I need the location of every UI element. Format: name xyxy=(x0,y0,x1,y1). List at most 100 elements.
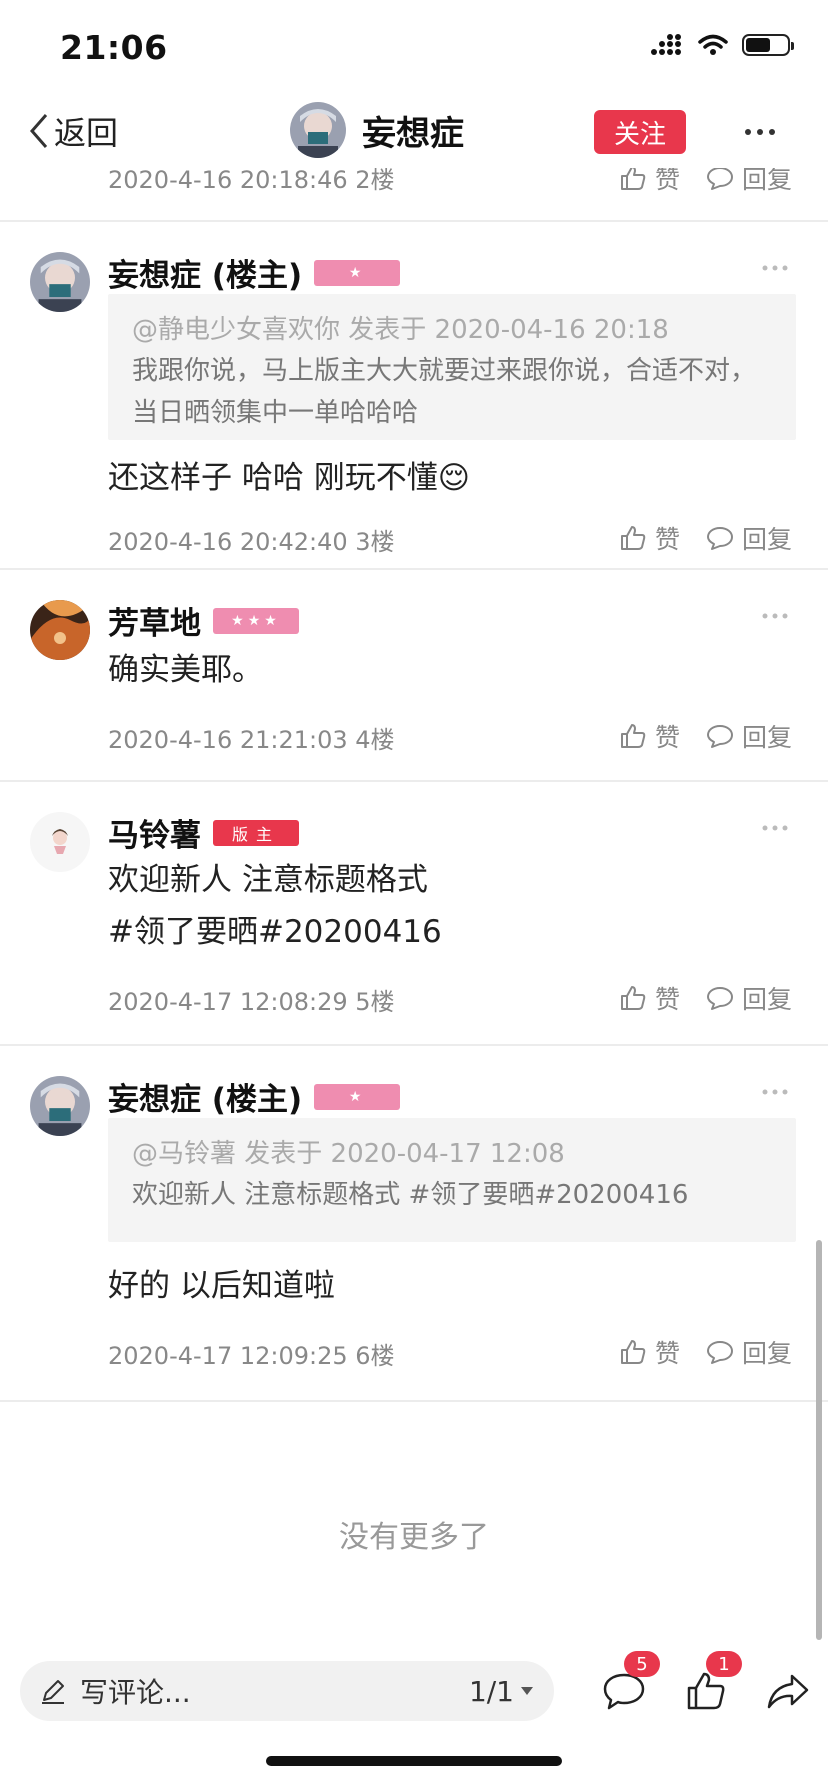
more-icon xyxy=(762,613,788,619)
avatar[interactable] xyxy=(30,812,90,872)
comment-more-button[interactable] xyxy=(762,1080,788,1099)
comment-item: 妄想症 (楼主) ★ @马铃薯 发表于 2020-04-17 12:08 欢迎新… xyxy=(0,1046,828,1402)
comment-text: 好的 以后知道啦 xyxy=(108,1268,335,1304)
like-label: 赞 xyxy=(654,525,680,554)
more-icon xyxy=(745,129,775,135)
user-name[interactable]: 妄想症 (楼主) xyxy=(108,250,302,295)
scrollbar[interactable] xyxy=(816,1240,822,1640)
comment-actions: 赞 回复 xyxy=(619,718,792,754)
back-label: 返回 xyxy=(54,114,119,152)
more-icon xyxy=(762,1089,788,1095)
like-button[interactable]: 赞 xyxy=(619,520,680,556)
status-time: 21:06 xyxy=(60,28,168,67)
comment-meta: 2020-4-17 12:08:29 5楼 xyxy=(108,988,395,1016)
wifi-icon xyxy=(698,34,728,55)
comment-item: 马铃薯 版主 欢迎新人 注意标题格式 #领了要晒#20200416 2020-4… xyxy=(0,782,828,1046)
nav-user[interactable]: 妄想症 xyxy=(290,102,464,158)
avatar[interactable] xyxy=(290,102,346,158)
comment-actions: 赞 回复 xyxy=(619,520,792,556)
avatar[interactable] xyxy=(30,252,90,312)
comment-actions: 赞 回复 xyxy=(619,980,792,1016)
share-icon xyxy=(767,1674,809,1709)
quote-header: @马铃薯 发表于 2020-04-17 12:08 xyxy=(132,1139,565,1169)
more-icon xyxy=(762,825,788,831)
comment-more-button[interactable] xyxy=(762,604,788,623)
user-name[interactable]: 妄想症 (楼主) xyxy=(108,1074,302,1119)
comment-text: 欢迎新人 注意标题格式 #领了要晒#20200416 xyxy=(108,854,788,958)
signal-icon xyxy=(651,34,681,55)
reply-button[interactable]: 回复 xyxy=(706,718,792,754)
status-icons xyxy=(650,34,794,56)
comment-text: 确实美耶。 xyxy=(108,652,263,688)
back-button[interactable]: 返回 xyxy=(28,108,118,154)
like-label: 赞 xyxy=(654,985,680,1014)
status-bar: 21:06 xyxy=(0,0,828,96)
comment-icon xyxy=(706,167,733,190)
avatar[interactable] xyxy=(30,600,90,660)
comments-button[interactable]: 5 xyxy=(596,1651,660,1719)
like-count-badge: 1 xyxy=(706,1651,742,1677)
comment-item: 芳草地 ★★★ 确实美耶。 2020-4-16 21:21:03 4楼 赞 回复 xyxy=(0,570,828,782)
reply-label: 回复 xyxy=(741,723,792,752)
comment-header: 妄想症 (楼主) ★ xyxy=(108,250,401,295)
comment-input[interactable]: 写评论... 1/1 xyxy=(20,1661,554,1721)
comment-actions: 赞 回复 xyxy=(619,1334,792,1370)
quote-body: 我跟你说，马上版主大大就要过来跟你说，合适不对，当日晒领集中一单哈哈哈 xyxy=(132,356,757,428)
page-number: 1/1 xyxy=(468,1674,514,1708)
reply-button[interactable]: 回复 xyxy=(706,1334,792,1370)
user-name[interactable]: 马铃薯 xyxy=(108,810,201,855)
end-of-list-text: 没有更多了 xyxy=(339,1520,489,1555)
quote-header: @静电少女喜欢你 发表于 2020-04-16 20:18 xyxy=(132,315,669,345)
like-button[interactable]: 赞 xyxy=(619,980,680,1016)
user-name[interactable]: 芳草地 xyxy=(108,598,201,643)
quoted-comment: @静电少女喜欢你 发表于 2020-04-16 20:18 我跟你说，马上版主大… xyxy=(108,294,796,440)
comment-feed: 2020-4-16 20:18:46 2楼 赞 回复 妄想症 (楼主) ★ @静… xyxy=(0,150,828,1402)
comment-more-button[interactable] xyxy=(762,256,788,275)
comment-icon xyxy=(706,987,733,1010)
level-badge: ★ xyxy=(314,1083,401,1110)
like-button[interactable]: 赞 xyxy=(619,1334,680,1370)
reply-label: 回复 xyxy=(741,985,792,1014)
comment-more-button[interactable] xyxy=(762,816,788,835)
comment-input-placeholder: 写评论... xyxy=(80,1676,191,1709)
reply-label: 回复 xyxy=(741,1339,792,1368)
comment-item: 妄想症 (楼主) ★ @静电少女喜欢你 发表于 2020-04-16 20:18… xyxy=(0,222,828,570)
reply-button[interactable]: 回复 xyxy=(706,980,792,1016)
moderator-badge: 版主 xyxy=(213,819,299,846)
comment-icon xyxy=(706,725,733,748)
thumbs-up-icon xyxy=(620,724,646,748)
follow-button[interactable]: 关注 xyxy=(594,110,686,154)
thumbs-up-icon xyxy=(620,166,646,190)
comment-header: 芳草地 ★★★ xyxy=(108,598,299,643)
thumbs-up-icon xyxy=(620,526,646,550)
more-icon xyxy=(762,265,788,271)
more-options-button[interactable] xyxy=(738,110,782,154)
like-button[interactable]: 赞 xyxy=(619,718,680,754)
comment-text-line: #领了要晒#20200416 xyxy=(108,914,442,950)
comment-text: 还这样子 哈哈 刚玩不懂😌 xyxy=(108,460,471,496)
page-selector[interactable]: 1/1 xyxy=(469,1675,534,1708)
reply-label: 回复 xyxy=(741,525,792,554)
comment-meta: 2020-4-16 20:42:40 3楼 xyxy=(108,528,395,556)
page-title: 妄想症 xyxy=(362,113,464,154)
like-label: 赞 xyxy=(654,1339,680,1368)
quote-body: 欢迎新人 注意标题格式 #领了要晒#20200416 xyxy=(132,1180,689,1210)
home-indicator[interactable] xyxy=(266,1756,562,1766)
bottom-bar: 写评论... 1/1 5 1 xyxy=(0,1651,828,1792)
level-badge: ★★★ xyxy=(213,607,299,634)
comment-icon xyxy=(706,527,733,550)
battery-level xyxy=(746,38,770,52)
share-button[interactable] xyxy=(760,1663,816,1719)
level-badge: ★ xyxy=(314,259,401,286)
reply-button[interactable]: 回复 xyxy=(706,520,792,556)
chevron-left-icon xyxy=(30,114,48,148)
comment-header: 妄想症 (楼主) ★ xyxy=(108,1074,401,1119)
like-post-button[interactable]: 1 xyxy=(678,1651,742,1719)
battery-icon xyxy=(742,34,794,56)
avatar[interactable] xyxy=(30,1076,90,1136)
comment-icon xyxy=(706,1341,733,1364)
comment-header: 马铃薯 版主 xyxy=(108,810,299,855)
comment-meta: 2020-4-17 12:09:25 6楼 xyxy=(108,1342,395,1370)
caret-down-icon xyxy=(521,1687,533,1695)
pencil-icon xyxy=(42,1680,64,1704)
